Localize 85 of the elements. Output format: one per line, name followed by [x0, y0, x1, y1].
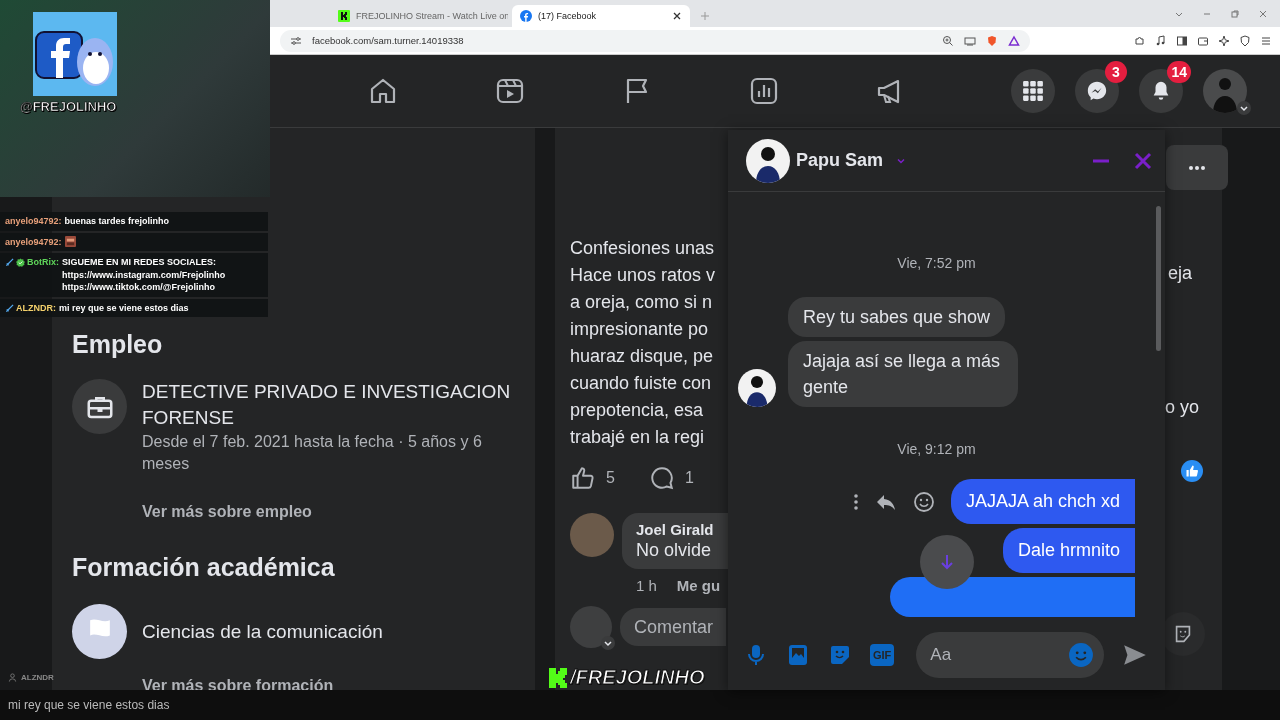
message-bubble: Jajaja así se llega a más gente	[788, 341, 1018, 407]
more-icon[interactable]	[852, 491, 859, 512]
channel-tag: /FREJOLINHO	[570, 666, 705, 689]
wallet-icon[interactable]	[1197, 34, 1209, 47]
restore-icon[interactable]	[1230, 9, 1240, 19]
post-text-fragment: eja	[1168, 262, 1193, 284]
school-name: Ciencias de la comunicación	[142, 619, 383, 644]
emote-icon	[64, 235, 76, 247]
post-text-line: prepotencia, esa	[570, 399, 705, 422]
like-icon[interactable]	[1181, 460, 1203, 482]
browser-tab[interactable]: FREJOLINHO Stream - Watch Live on	[330, 5, 508, 27]
shield-icon[interactable]	[1239, 34, 1251, 47]
comment-time: 1 h	[636, 577, 657, 594]
channel-handle: @FREJOLINHO	[20, 99, 117, 114]
triangle-icon[interactable]	[1008, 34, 1020, 47]
browser-tab[interactable]: (17) Facebook	[512, 5, 690, 27]
image-icon[interactable]	[786, 643, 810, 667]
address-bar[interactable]: facebook.com/sam.turner.14019338	[280, 29, 1030, 52]
post-text-line: cuando fuiste con	[570, 372, 713, 395]
scroll-down-button[interactable]	[920, 535, 974, 589]
scrollbar[interactable]	[1156, 206, 1161, 351]
post-text-line: Hace unos ratos v	[570, 264, 717, 287]
comment-icon[interactable]	[648, 465, 675, 491]
comment-field[interactable]: Comentar	[620, 608, 726, 646]
post-text-line: a oreja, como si n	[570, 291, 714, 314]
chat-caption: mi rey que se viene estos dias	[8, 698, 170, 712]
grid-icon	[1022, 80, 1044, 102]
menu-button[interactable]	[1011, 69, 1055, 113]
comment-text: No olvide	[636, 540, 713, 561]
like-count: 5	[606, 469, 615, 487]
chat-username: BotRix:	[27, 256, 59, 269]
section-heading: Empleo	[72, 330, 164, 359]
chat-username: anyelo94792:	[5, 235, 62, 248]
logo-icon	[548, 666, 568, 689]
avatar-circle	[746, 138, 790, 183]
message-timestamp: Vie, 7:52 pm	[896, 255, 977, 271]
comment-count: 1	[684, 469, 694, 487]
post-text-line: huaraz disque, pe	[570, 345, 715, 368]
thumbs-up-icon[interactable]	[570, 465, 596, 491]
chat-text: buenas tardes frejolinho	[64, 215, 171, 228]
sticker-icon[interactable]	[828, 643, 852, 667]
post-text-line: trabajé en la regi	[570, 426, 706, 449]
emoji-icon[interactable]	[912, 490, 935, 513]
music-icon[interactable]	[1155, 34, 1167, 47]
message-timestamp: Vie, 9:12 pm	[896, 441, 977, 457]
settings-icon[interactable]	[290, 34, 302, 47]
menu-icon[interactable]	[1260, 34, 1272, 47]
user-icon	[8, 673, 17, 682]
comment-author[interactable]: Joel Girald	[636, 521, 728, 538]
messenger-icon	[1086, 80, 1108, 102]
notification-badge: 3	[1105, 61, 1127, 83]
cast-icon[interactable]	[964, 34, 976, 47]
post-text-line: impresionante po	[570, 318, 710, 341]
home-icon[interactable]	[368, 76, 398, 106]
sparkle-icon[interactable]	[1218, 34, 1230, 47]
close-icon[interactable]	[672, 11, 682, 21]
sidebar-icon[interactable]	[1176, 34, 1188, 47]
avatar-circle	[570, 513, 614, 557]
notification-badge: 14	[1167, 61, 1191, 83]
message-input[interactable]: Aa	[916, 632, 1105, 678]
job-dates: Desde el 7 feb. 2021 hasta la fecha · 5 años y 6 meses	[142, 432, 483, 474]
zoom-icon[interactable]	[942, 34, 954, 47]
post-text-line: Confesiones unas	[570, 237, 716, 260]
chat-text: SIGUEME EN MI REDES SOCIALES: https://www.instagram.com/Frejolinho https://www.tiktok.com/@Frejolinho	[62, 256, 227, 294]
chevron-down-icon[interactable]	[601, 636, 615, 650]
section-heading: Formación académica	[72, 553, 336, 582]
chevron-down-icon[interactable]	[1237, 101, 1251, 115]
contact-name[interactable]: Papu Sam	[796, 150, 884, 171]
chat-username: anyelo94792:	[5, 215, 62, 228]
chart-icon[interactable]	[749, 76, 779, 106]
message-bubble: Rey tu sabes que show	[788, 297, 1006, 337]
chat-text: mi rey que se viene estos dias	[59, 301, 190, 314]
job-title: DETECTIVE PRIVADO E INVESTIGACION FORENSE	[142, 380, 512, 430]
logo-icon	[520, 10, 532, 22]
message-bubble: Dale hrmnito	[1002, 528, 1135, 573]
post-text-fragment: o yo	[1165, 396, 1200, 418]
more-icon	[1187, 164, 1207, 171]
chat-username: ALZNDR:	[16, 301, 56, 314]
message-bubble: JAJAJA ah chch xd	[950, 479, 1135, 524]
see-more-link[interactable]: Ver más sobre empleo	[142, 503, 515, 521]
like-link[interactable]: Me gu	[676, 577, 721, 594]
messenger-button[interactable]	[1075, 69, 1119, 113]
chatter-name: ALZNDR	[21, 673, 54, 682]
logo-icon	[338, 10, 350, 22]
video-icon[interactable]	[495, 76, 525, 106]
